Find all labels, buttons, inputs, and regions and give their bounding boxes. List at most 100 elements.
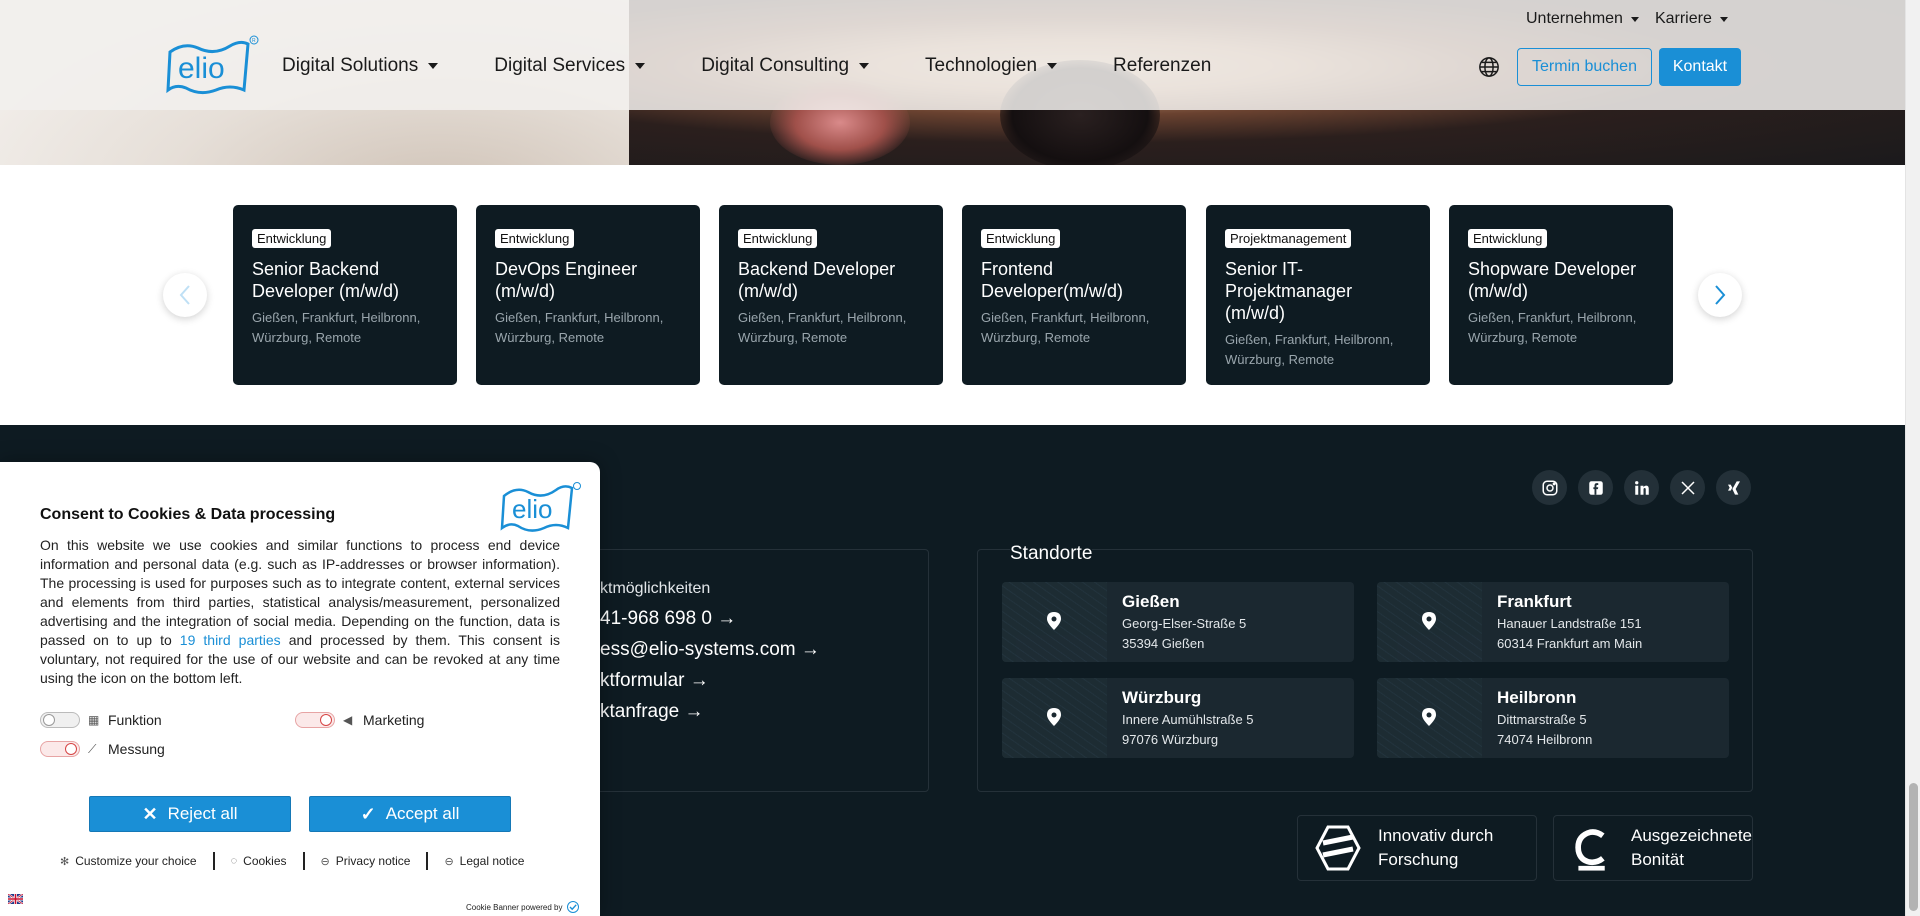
job-card[interactable]: Entwicklung Shopware Developer (m/w/d) G… [1449,205,1673,385]
location-zip-city: 97076 Würzburg [1122,732,1219,747]
job-card[interactable]: Entwicklung DevOps Engineer (m/w/d) Gieß… [476,205,700,385]
top-link-karriere[interactable]: Karriere [1655,10,1728,28]
job-locations: Gießen, Frankfurt, Heilbronn, Würzburg, … [1225,332,1394,367]
location-street: Dittmarstraße 5 [1497,712,1587,727]
divider [212,852,215,870]
termin-buchen-button[interactable]: Termin buchen [1517,48,1652,86]
link-icon: ⊖ [320,855,330,868]
job-card[interactable]: Entwicklung Backend Developer (m/w/d) Gi… [719,205,943,385]
job-title: Backend Developer (m/w/d) [738,259,896,301]
nav-digital-services[interactable]: Digital Services [494,55,646,77]
page-scrollbar[interactable] [1905,0,1920,916]
kontakt-heading: ktmöglichkeiten [600,580,711,597]
chevron-down-icon [1047,63,1058,69]
chart-line-icon: ⟋ [88,742,97,756]
third-parties-link[interactable]: 19 third parties [180,632,281,648]
linkedin-icon[interactable] [1624,470,1659,505]
carousel-prev-button[interactable] [163,273,207,317]
link-icon: ⊖ [444,855,454,868]
top-link-unternehmen[interactable]: Unternehmen [1526,10,1639,28]
location-street: Georg-Elser-Straße 5 [1122,616,1247,631]
location-city: Würzburg [1122,688,1202,707]
nav-referenzen[interactable]: Referenzen [1113,55,1211,77]
accept-all-button[interactable]: ✓ Accept all [309,796,511,832]
job-locations: Gießen, Frankfurt, Heilbronn, Würzburg, … [252,310,421,345]
job-title: DevOps Engineer (m/w/d) [495,259,638,301]
job-locations: Gießen, Frankfurt, Heilbronn, Würzburg, … [738,310,907,345]
reject-all-button[interactable]: ✕ Reject all [89,796,291,832]
divider [426,852,429,870]
chevron-right-icon [1715,285,1726,305]
nav-digital-solutions[interactable]: Digital Solutions [282,55,439,77]
kontakt-form-link[interactable]: ktformular → [600,670,709,692]
job-title: Senior Backend Developer (m/w/d) [252,259,400,301]
location-card[interactable]: Gießen Georg-Elser-Straße 5 35394 Gießen [1002,582,1354,662]
kontakt-request-link[interactable]: ktanfrage → [600,701,704,723]
facebook-icon[interactable] [1578,470,1613,505]
instagram-icon[interactable] [1532,470,1567,505]
job-category-badge: Entwicklung [738,229,818,248]
toggle-knob [43,714,55,726]
x-icon[interactable] [1670,470,1705,505]
job-card[interactable]: Entwicklung Frontend Developer(m/w/d) Gi… [962,205,1186,385]
gear-icon: ✻ [60,855,70,868]
kontakt-button[interactable]: Kontakt [1659,48,1741,86]
job-category-badge: Entwicklung [981,229,1061,248]
kontakt-phone-link[interactable]: 41-968 698 0 → [600,608,736,630]
toggle-marketing[interactable]: ◀ Marketing [295,712,424,728]
job-card[interactable]: Projektmanagement Senior IT-Projektmanag… [1206,205,1430,385]
megaphone-icon: ◀ [343,713,353,727]
legal-notice-link[interactable]: ⊖ Legal notice [444,854,524,868]
toggle-switch[interactable] [40,712,80,728]
job-title: Senior IT-Projektmanager (m/w/d) [1225,259,1353,323]
job-category-badge: Entwicklung [495,229,575,248]
job-category-badge: Projektmanagement [1225,229,1352,248]
chevron-down-icon [428,63,439,69]
grid-icon: ▦ [88,713,100,727]
standorte-heading: Standorte [1010,543,1093,565]
cookiebot-check-icon [566,901,579,913]
cookie-icon: ◌ [230,855,238,867]
location-card[interactable]: Würzburg Innere Aumühlstraße 5 97076 Wür… [1002,678,1354,758]
hexagon-stripes-icon [1315,825,1361,871]
job-category-badge: Entwicklung [1468,229,1548,248]
chevron-down-icon [859,63,870,69]
close-icon: ✕ [142,803,158,824]
check-icon: ✓ [360,803,376,824]
toggle-switch[interactable] [40,741,80,757]
toggle-messung[interactable]: ⟋ Messung [40,741,165,757]
svg-text:R: R [252,38,256,44]
toggle-funktion[interactable]: ▦ Funktion [40,712,162,728]
social-links [1532,470,1751,505]
toggle-knob [320,714,332,726]
job-card[interactable]: Entwicklung Senior Backend Developer (m/… [233,205,457,385]
uk-flag-icon[interactable] [8,894,23,904]
job-locations: Gießen, Frankfurt, Heilbronn, Würzburg, … [495,310,664,345]
location-pin-icon [1422,708,1436,726]
elio-logo[interactable]: elio R [164,34,260,98]
toggle-switch[interactable] [295,712,335,728]
kontakt-email-link[interactable]: ess@elio-systems.com → [600,639,820,661]
cookie-powered-by[interactable]: Cookie Banner powered by [466,901,579,913]
customize-choice-link[interactable]: ✻ Customize your choice [60,854,197,868]
job-title: Frontend Developer(m/w/d) [981,259,1124,301]
research-badge[interactable]: Innovativ durch Forschung [1297,815,1537,881]
nav-digital-consulting[interactable]: Digital Consulting [701,55,870,77]
site-header: elio R Digital Solutions Digital Service… [0,0,1905,110]
nav-technologien[interactable]: Technologien [925,55,1058,77]
globe-icon[interactable] [1478,56,1500,78]
carousel-next-button[interactable] [1698,273,1742,317]
location-street: Innere Aumühlstraße 5 [1122,712,1254,727]
creditworthiness-badge[interactable]: Ausgezeichnete Bonität [1553,815,1753,881]
badge-line: Forschung [1378,850,1459,869]
xing-icon[interactable] [1716,470,1751,505]
main-nav: Digital Solutions Digital Services Digit… [282,55,1267,77]
location-card[interactable]: Heilbronn Dittmarstraße 5 74074 Heilbron… [1377,678,1729,758]
location-street: Hanauer Landstraße 151 [1497,616,1642,631]
privacy-notice-link[interactable]: ⊖ Privacy notice [321,854,411,868]
cookie-footer-links: ✻ Customize your choice ◌ Cookies ⊖ Privacy… [60,852,524,870]
location-zip-city: 60314 Frankfurt am Main [1497,636,1643,651]
location-card[interactable]: Frankfurt Hanauer Landstraße 151 60314 F… [1377,582,1729,662]
scrollbar-thumb[interactable] [1909,783,1918,911]
cookies-link[interactable]: ◌ Cookies [231,854,287,868]
